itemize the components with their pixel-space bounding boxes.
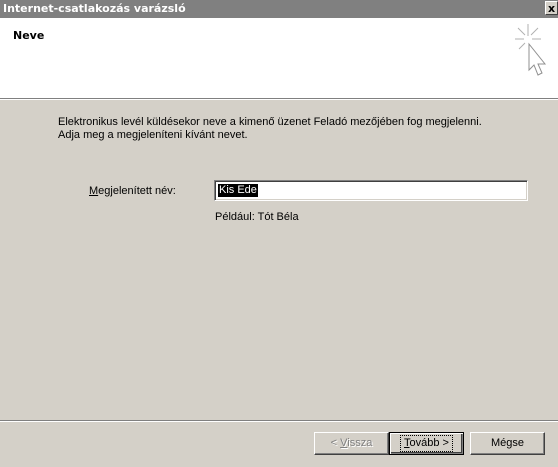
display-name-label: Megjelenített név: <box>89 185 176 197</box>
wizard-header: Neve <box>0 18 558 98</box>
wizard-sparkle-cursor-icon <box>515 24 547 76</box>
display-name-label-accelerator: M <box>89 185 99 197</box>
title-bar[interactable]: Internet-csatlakozás varázsló x <box>0 0 558 18</box>
close-icon: x <box>547 2 556 15</box>
page-heading: Neve <box>13 29 45 42</box>
back-button-text: issza <box>347 437 373 449</box>
wizard-window: Internet-csatlakozás varázsló x Neve Ele… <box>0 0 558 467</box>
back-button-prefix: < <box>330 437 341 449</box>
next-button-text: ovább > <box>409 437 449 449</box>
cancel-button[interactable]: Mégse <box>470 432 545 455</box>
example-text: Például: Tót Béla <box>215 211 299 223</box>
description-text: Elektronikus levél küldésekor neve a kim… <box>58 116 538 142</box>
next-button[interactable]: Tovább > <box>389 432 464 455</box>
footer-divider <box>0 420 558 422</box>
display-name-label-text: egjelenített név: <box>98 185 176 197</box>
display-name-input[interactable]: Kis Ede <box>214 180 528 201</box>
close-button[interactable]: x <box>545 1 558 15</box>
window-title: Internet-csatlakozás varázsló <box>3 2 186 15</box>
header-divider <box>0 98 558 100</box>
back-button[interactable]: < Vissza <box>314 432 389 455</box>
description-line-1: Elektronikus levél küldésekor neve a kim… <box>58 116 482 128</box>
next-button-label: Tovább > <box>400 435 453 452</box>
description-line-2: Adja meg a megjeleníteni kívánt nevet. <box>58 129 248 141</box>
display-name-value: Kis Ede <box>218 184 258 197</box>
